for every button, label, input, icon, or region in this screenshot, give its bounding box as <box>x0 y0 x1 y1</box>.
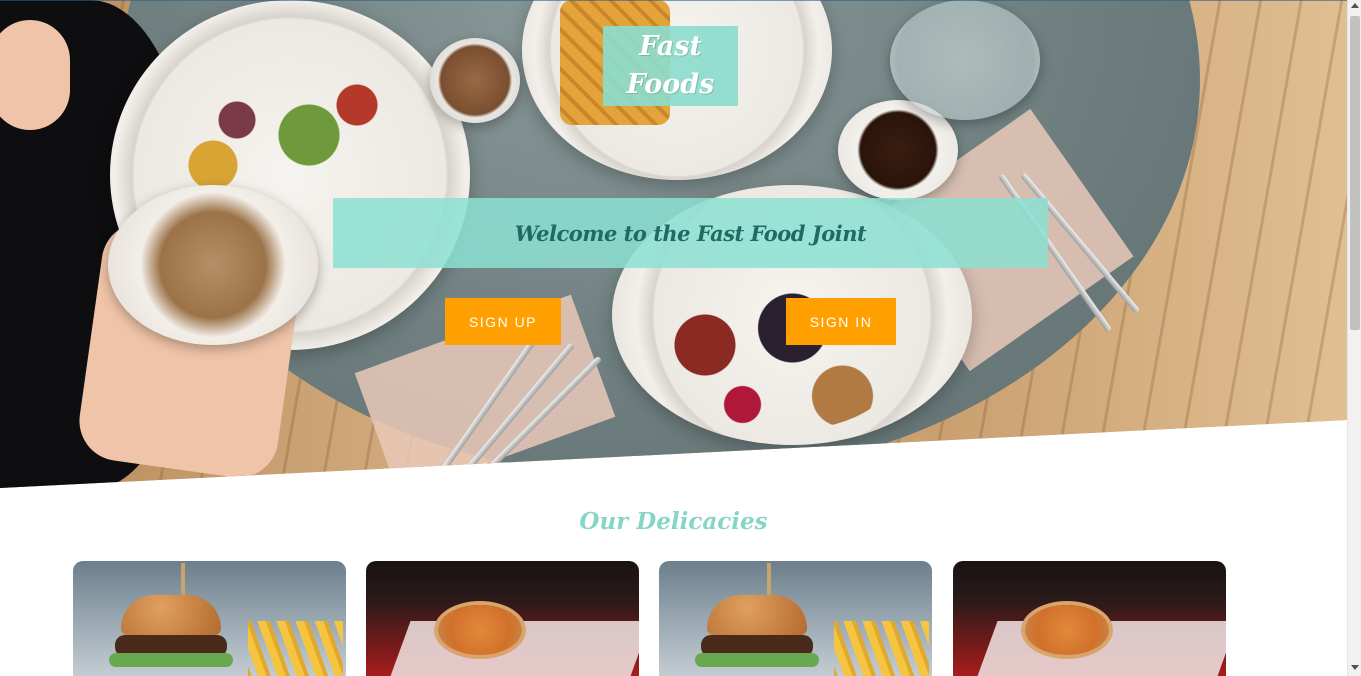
delicacy-card[interactable] <box>73 561 346 676</box>
logo-line-1: Fast <box>639 31 702 62</box>
delicacy-card[interactable] <box>659 561 932 676</box>
logo-line-2: Foods <box>626 69 715 100</box>
section-title: Our Delicacies <box>579 508 768 535</box>
page-viewport: Fast Foods Welcome to the Fast Food Join… <box>0 0 1347 676</box>
delicacy-card[interactable] <box>953 561 1226 676</box>
hero-hand <box>0 20 70 130</box>
hero-sugar-jar <box>430 38 520 123</box>
hero-food <box>655 260 905 430</box>
top-border-line <box>0 0 1347 1</box>
scroll-up-arrow-icon[interactable] <box>1351 3 1359 8</box>
delicacy-card[interactable] <box>366 561 639 676</box>
vertical-scrollbar[interactable] <box>1347 0 1361 676</box>
scrollbar-thumb[interactable] <box>1350 16 1360 330</box>
hero-held-cup <box>108 185 318 345</box>
hero-glass <box>890 0 1040 120</box>
scroll-down-arrow-icon[interactable] <box>1351 665 1359 670</box>
welcome-banner: Welcome to the Fast Food Joint <box>333 198 1048 268</box>
sign-up-button[interactable]: SIGN UP <box>445 298 561 345</box>
sign-in-button[interactable]: SIGN IN <box>786 298 896 345</box>
site-logo[interactable]: Fast Foods <box>603 26 738 106</box>
welcome-heading: Welcome to the Fast Food Joint <box>514 220 867 246</box>
